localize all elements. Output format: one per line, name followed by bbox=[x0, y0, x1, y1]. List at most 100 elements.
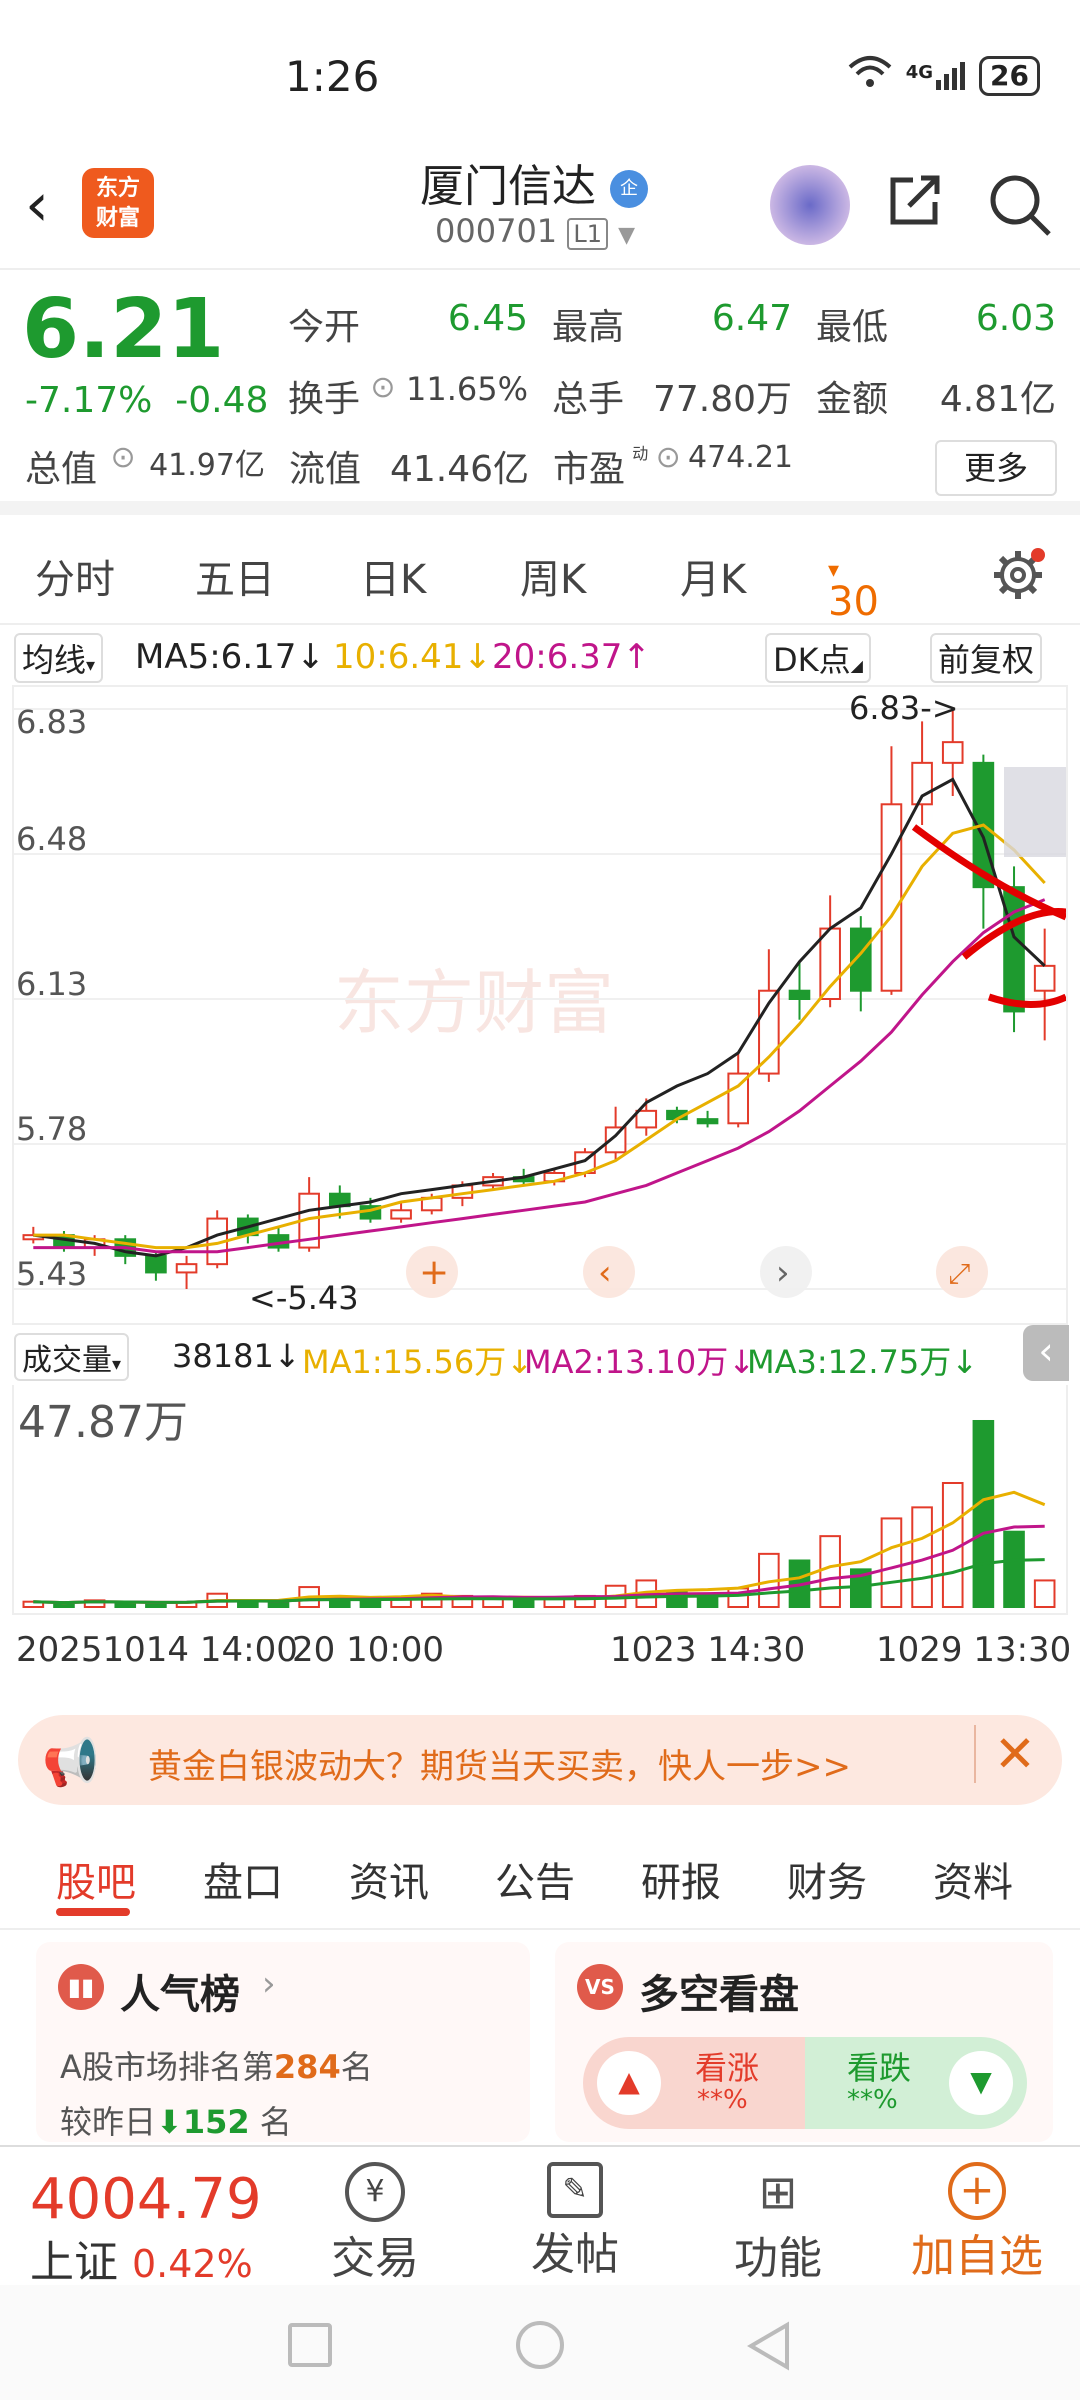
bull-value: **% bbox=[697, 2085, 748, 2115]
volume-bar bbox=[1003, 1530, 1025, 1609]
date-axis: 20251014 14:00 20 10:00 1023 14:30 1029 … bbox=[0, 1622, 1080, 1682]
low-value: 6.03 bbox=[975, 298, 1056, 339]
tab-announcements[interactable]: 公告 bbox=[495, 1850, 575, 1908]
ad-banner[interactable]: 📢 黄金白银波动大？期货当天买卖，快人一步>> ✕ bbox=[18, 1715, 1062, 1805]
assistant-robot-icon[interactable] bbox=[770, 165, 850, 245]
tab-30min[interactable]: 30分▾ bbox=[828, 547, 879, 681]
ma-type-select[interactable]: 均线▾ bbox=[14, 633, 104, 683]
ma-indicator-bar: 均线▾ MA5:6.17↓ 10:6.41↓ 20:6.37↑ DK点◢ 前复权 bbox=[0, 625, 1080, 685]
more-button[interactable]: 更多 bbox=[935, 440, 1057, 496]
post-button[interactable]: ✎ 发帖 bbox=[515, 2162, 635, 2282]
index-ticker[interactable]: 4004.79 上证 0.42% bbox=[30, 2167, 262, 2290]
enterprise-badge-icon: 企 bbox=[610, 170, 648, 208]
date-tick: 1029 13:30 bbox=[876, 1630, 1072, 1670]
vol-ma1: MA1:15.56万↓ bbox=[302, 1343, 534, 1381]
tab-intraday[interactable]: 分时 bbox=[35, 547, 115, 605]
turnover-label: 换手 bbox=[288, 379, 361, 420]
candle bbox=[635, 1109, 658, 1129]
bear-label: 看跌 bbox=[847, 2049, 912, 2087]
close-icon[interactable]: ✕ bbox=[974, 1725, 1036, 1783]
settings-gear-icon[interactable] bbox=[990, 547, 1046, 613]
rank-value: 284 bbox=[273, 2048, 341, 2086]
ma20-value: 20:6.37↑ bbox=[492, 637, 651, 677]
amount-label: 金额 bbox=[816, 379, 889, 420]
back-triangle-icon[interactable] bbox=[745, 2321, 793, 2371]
adjust-button[interactable]: 前复权 bbox=[930, 633, 1043, 683]
add-watchlist-label: 加自选 bbox=[911, 2231, 1043, 2282]
tab-research[interactable]: 研报 bbox=[641, 1850, 721, 1908]
volume-bar bbox=[972, 1419, 995, 1608]
share-icon[interactable] bbox=[885, 170, 945, 230]
volume-label: 总手 bbox=[552, 379, 625, 420]
tab-orderbook[interactable]: 盘口 bbox=[203, 1850, 283, 1908]
low-annotation: <-5.43 bbox=[249, 1279, 359, 1317]
date-tick: 1023 14:30 bbox=[610, 1630, 806, 1670]
level-badge: L1 bbox=[567, 218, 608, 250]
dk-point-button[interactable]: DK点◢ bbox=[765, 633, 871, 683]
rank-change-line: 较昨日⬇152 名 bbox=[60, 2097, 292, 2143]
volume-chart[interactable]: 47.87万 bbox=[12, 1385, 1068, 1615]
vs-icon: VS bbox=[577, 1964, 623, 2010]
pe-type: 动 bbox=[632, 444, 649, 463]
tab-news[interactable]: 资讯 bbox=[349, 1850, 429, 1908]
candle bbox=[390, 1209, 412, 1220]
volume-svg[interactable]: 47.87万 bbox=[14, 1385, 1066, 1613]
bull-button[interactable]: ▲ 看涨 **% bbox=[583, 2037, 805, 2129]
info-icon[interactable]: ⊙ bbox=[656, 440, 681, 492]
pe-value: 474.21 bbox=[688, 440, 793, 475]
collapse-arrow-icon[interactable]: ‹ bbox=[1023, 1325, 1069, 1381]
amount-value: 4.81亿 bbox=[939, 379, 1056, 420]
megaphone-icon: 📢 bbox=[42, 1735, 100, 1789]
high-label: 最高 bbox=[552, 307, 625, 348]
back-arrow-icon[interactable]: ‹ bbox=[25, 170, 49, 240]
recent-apps-icon[interactable] bbox=[288, 2323, 332, 2367]
system-nav-bar bbox=[0, 2285, 1080, 2400]
rank-line: A股市场排名第284名 bbox=[60, 2042, 373, 2088]
tab-weekly-k[interactable]: 周K bbox=[520, 547, 586, 605]
info-icon[interactable]: ⊙ bbox=[110, 440, 135, 492]
vol-ma2: MA2:13.10万↓ bbox=[524, 1343, 756, 1381]
kline-chart[interactable]: 东方财富 6.83 6.48 6.13 5.78 5.43 6.83-> <-5.43 … bbox=[12, 685, 1068, 1325]
date-tick: 20 10:00 bbox=[292, 1630, 445, 1670]
search-icon[interactable] bbox=[985, 170, 1055, 240]
indicator-select[interactable]: 成交量▾ bbox=[14, 1333, 130, 1381]
content-tabs: 股吧 盘口 资讯 公告 研报 财务 资料 bbox=[0, 1820, 1080, 1930]
ma-type-label: 均线 bbox=[22, 641, 87, 679]
stock-code-text: 000701 bbox=[435, 212, 558, 250]
bear-button[interactable]: 看跌 **% ▼ bbox=[805, 2037, 1027, 2129]
y-tick-label: 6.13 bbox=[16, 965, 87, 1003]
tab-daily-k[interactable]: 日K bbox=[360, 547, 426, 605]
signal-icon: 4G bbox=[906, 62, 966, 90]
volume-current: 38181↓ bbox=[172, 1337, 301, 1375]
rank-change-suffix: 名 bbox=[259, 2103, 292, 2141]
tab-monthly-k[interactable]: 月K bbox=[680, 547, 746, 605]
ma5-value: MA5:6.17↓ bbox=[135, 637, 325, 677]
rank-change-prefix: 较昨日 bbox=[60, 2103, 157, 2141]
add-watchlist-button[interactable]: + 加自选 bbox=[892, 2162, 1062, 2284]
volume-indicator-bar: 成交量▾ 38181↓ MA1:15.56万↓ MA2:13.10万↓ MA3:… bbox=[0, 1325, 1080, 1385]
tab-forum[interactable]: 股吧 bbox=[56, 1850, 136, 1908]
date-tick: 20251014 14:00 bbox=[16, 1630, 298, 1670]
arrow-down-icon: ⬇ bbox=[156, 2103, 183, 2141]
function-button[interactable]: ⊞ 功能 bbox=[718, 2162, 838, 2286]
clock: 1:26 bbox=[285, 52, 380, 101]
popularity-card[interactable]: ▮▮ 人气榜 › A股市场排名第284名 较昨日⬇152 名 bbox=[36, 1942, 530, 2142]
volume-bar bbox=[819, 1535, 841, 1608]
volume-label: 成交量 bbox=[22, 1343, 112, 1378]
stock-code[interactable]: 000701 L1 ▼ bbox=[435, 212, 635, 250]
tab-finance[interactable]: 财务 bbox=[787, 1850, 867, 1908]
trade-button[interactable]: ¥ 交易 bbox=[315, 2162, 435, 2286]
watermark: 东方财富 bbox=[334, 964, 614, 1042]
index-name: 上证 bbox=[30, 2237, 118, 2288]
high-annotation: 6.83-> bbox=[849, 689, 959, 727]
kline-svg[interactable]: 东方财富 6.836.486.135.785.43 6.83-> <-5.43 … bbox=[14, 687, 1068, 1323]
candle bbox=[145, 1254, 167, 1274]
triangle-down-icon: ▼ bbox=[949, 2051, 1013, 2115]
bullbear-card[interactable]: VS 多空看盘 ▲ 看涨 **% 看跌 **% ▼ bbox=[555, 1942, 1053, 2142]
volume-max-label: 47.87万 bbox=[18, 1397, 188, 1448]
change-percent: -7.17% bbox=[25, 380, 153, 421]
tab-five-day[interactable]: 五日 bbox=[195, 547, 275, 605]
home-icon[interactable] bbox=[516, 2321, 564, 2369]
info-icon[interactable]: ⊙ bbox=[370, 370, 395, 422]
tab-profile[interactable]: 资料 bbox=[933, 1850, 1013, 1908]
